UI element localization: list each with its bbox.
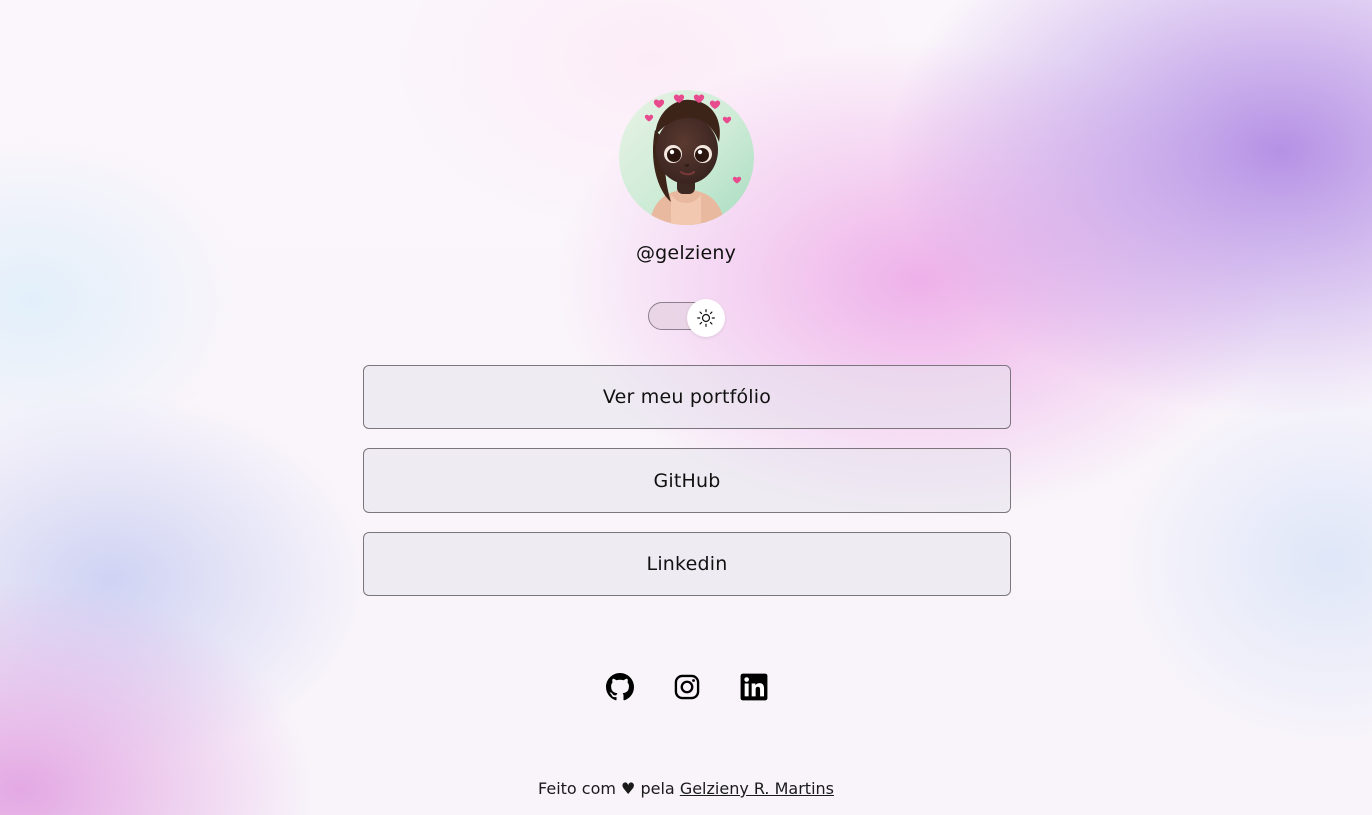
portfolio-link-button[interactable]: Ver meu portfólio (363, 365, 1011, 429)
linkedin-social-link[interactable] (740, 673, 768, 701)
theme-toggle[interactable] (648, 299, 725, 337)
github-link-button[interactable]: GitHub (363, 448, 1011, 513)
github-icon (606, 673, 634, 701)
toggle-knob[interactable] (687, 299, 725, 337)
profile-avatar (619, 90, 754, 225)
profile-handle: @gelzieny (635, 242, 737, 264)
footer: Feito com ♥ pela Gelzieny R. Martins (0, 779, 1372, 798)
github-social-link[interactable] (606, 673, 634, 701)
linkedin-link-button[interactable]: Linkedin (363, 532, 1011, 596)
instagram-social-link[interactable] (673, 673, 701, 701)
linkedin-icon (740, 673, 768, 701)
sun-icon (697, 309, 715, 327)
author-link[interactable]: Gelzieny R. Martins (680, 779, 834, 798)
footer-text: Feito com ♥ pela (538, 779, 675, 798)
instagram-icon (674, 674, 700, 700)
